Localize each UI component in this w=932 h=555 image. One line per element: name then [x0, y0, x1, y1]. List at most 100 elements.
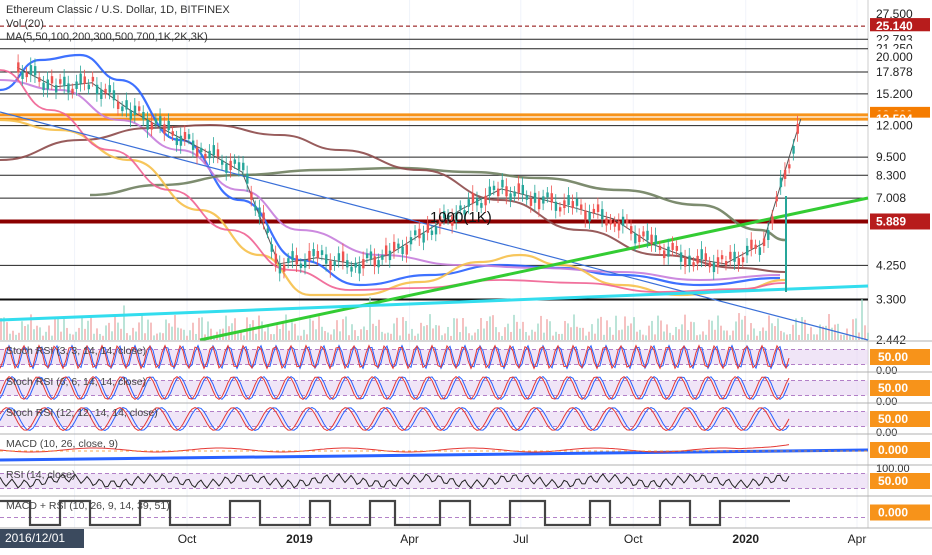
candle-body	[558, 207, 562, 212]
volume-bar	[276, 325, 278, 340]
volume-bar	[753, 328, 755, 340]
candle-body	[779, 177, 783, 188]
volume-bar	[603, 334, 605, 340]
candle-body	[397, 243, 400, 248]
candle-body	[708, 262, 712, 268]
volume-bar	[315, 329, 317, 340]
price-badge-label: 25.140	[876, 19, 913, 33]
candle-body	[242, 162, 245, 171]
volume-bar	[300, 335, 302, 340]
volume-bar	[813, 334, 815, 340]
volume-bar	[573, 314, 575, 340]
volume-bar	[636, 331, 638, 340]
volume-bar	[15, 334, 17, 340]
candle-body	[237, 162, 241, 170]
volume-bar	[729, 335, 731, 340]
macd-trendline	[0, 448, 869, 462]
volume-bar	[756, 335, 758, 340]
volume-bar	[717, 315, 719, 340]
volume-bar	[645, 335, 647, 340]
volume-bar	[825, 325, 827, 340]
volume-bar	[492, 315, 494, 340]
volume-bar	[669, 332, 671, 340]
volume-bar	[666, 324, 668, 340]
price-axis-label: 7.008	[876, 191, 906, 205]
volume-bar	[21, 321, 23, 340]
candle-body	[17, 62, 20, 73]
volume-bar	[681, 324, 683, 340]
candle-body	[484, 195, 487, 206]
volume-bar	[294, 323, 296, 340]
volume-bar	[495, 327, 497, 340]
volume-bar	[726, 330, 728, 340]
candle-body	[274, 253, 278, 264]
candle-body	[775, 196, 778, 202]
volume-bar	[534, 331, 536, 340]
volume-bar	[396, 317, 398, 340]
volume-bar	[93, 333, 95, 340]
candle-body	[563, 200, 566, 209]
volume-bar	[435, 325, 437, 340]
volume-bar	[690, 321, 692, 340]
candle-body	[746, 245, 749, 256]
volume-bar	[561, 333, 563, 340]
candle-body	[320, 250, 324, 255]
candle-body	[724, 261, 728, 266]
volume-bar	[504, 327, 506, 340]
volume-bar	[339, 331, 341, 340]
volume-bar	[45, 331, 47, 340]
indicator-title: MACD + RSI (10, 26, 9, 14, 39, 51)	[6, 500, 170, 512]
candle-body	[554, 201, 558, 211]
candle-body	[304, 260, 307, 268]
volume-bar	[627, 325, 629, 340]
time-axis-label: Apr	[400, 532, 419, 546]
volume-bar	[576, 326, 578, 340]
volume-bar	[117, 322, 119, 340]
time-axis-label: Oct	[178, 532, 197, 546]
volume-bar	[423, 326, 425, 340]
chart-canvas[interactable]: 1000(1K)27.50025.14022.79321.25020.00017…	[0, 0, 932, 550]
candle-body	[38, 77, 41, 82]
chart-area[interactable]: 1000(1K) 27.500 25.140 22.793 21.250 20.000 17…	[0, 0, 932, 550]
volume-bar	[399, 335, 401, 340]
volume-bar	[462, 318, 464, 340]
candle-body	[663, 250, 666, 259]
cursor-date-badge: 2016/12/01	[0, 529, 84, 548]
candle-body	[337, 253, 341, 261]
volume-bar	[465, 326, 467, 340]
time-axis-label: 2020	[732, 532, 759, 546]
price-axis-label: 20.000	[876, 50, 913, 64]
volume-bar	[351, 324, 353, 340]
price-axis-label: 4.250	[876, 258, 906, 272]
candle-body	[513, 191, 516, 197]
volume-bar	[570, 327, 572, 340]
candle-body	[329, 260, 332, 271]
candle-body	[434, 226, 438, 235]
candle-body	[29, 65, 33, 75]
candle-body	[654, 235, 657, 245]
volume-bar	[51, 335, 53, 340]
candle-body	[729, 251, 732, 260]
candle-body	[142, 111, 145, 120]
candle-body	[488, 186, 492, 196]
candle-body	[497, 188, 500, 197]
candle-body	[467, 199, 470, 207]
volume-bar	[336, 320, 338, 340]
candle-body	[418, 228, 421, 239]
candle-body	[204, 153, 207, 159]
volume-bar	[420, 322, 422, 340]
volume-bar	[87, 320, 89, 340]
candle-body	[104, 88, 107, 94]
candle-body	[505, 186, 508, 197]
indicator-title: Stoch RSI (6, 6, 14, 14, close)	[6, 376, 146, 388]
volume-bar	[723, 330, 725, 340]
candle-body	[55, 85, 58, 93]
price-axis-label: 9.500	[876, 150, 906, 164]
green-ascending-trendline	[199, 196, 869, 342]
indicator-title: RSI (14, close)	[6, 469, 75, 481]
volume-bar	[156, 333, 158, 340]
candle-body	[381, 254, 384, 260]
volume-bar	[765, 330, 767, 340]
volume-bar	[198, 317, 200, 340]
volume-bar	[393, 323, 395, 340]
